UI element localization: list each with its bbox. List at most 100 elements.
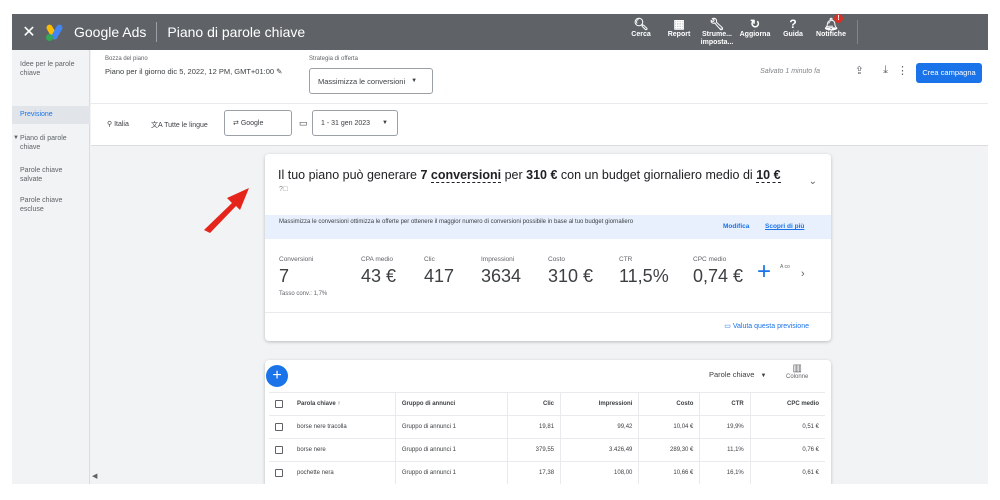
header-cost[interactable]: Costo <box>638 392 700 416</box>
table-row[interactable]: borse nere tracolla Gruppo di annunci 1 … <box>269 415 825 439</box>
metric-ctr[interactable]: CTR 11,5% <box>619 256 669 287</box>
modify-link[interactable]: Modifica <box>723 223 749 231</box>
metric-avg-cpc[interactable]: CPC medio 0,74 € <box>693 256 743 287</box>
table-row[interactable]: borse nere Gruppo di annunci 1 379,55 3.… <box>269 438 825 462</box>
header-clicks[interactable]: Clic <box>507 392 561 416</box>
cell-ad-group[interactable]: Gruppo di annunci 1 <box>394 438 508 462</box>
create-campaign-button[interactable]: Crea campagna <box>916 63 982 83</box>
add-keyword-button[interactable]: + <box>266 365 288 387</box>
columns-icon: ▥ <box>792 363 802 374</box>
strategy-dropdown[interactable]: Massimizza le conversioni ▼ <box>309 68 433 94</box>
metric-clicks[interactable]: Clic 417 <box>424 256 454 287</box>
header-keyword[interactable]: Parola chiave ↑ <box>291 392 396 416</box>
cell-impressions: 3.426,49 <box>560 438 639 462</box>
cell-avg-cpc: 0,76 € <box>749 438 825 462</box>
share-icon[interactable]: ⇪ <box>855 64 864 77</box>
header-avg-cpc[interactable]: CPC medio <box>749 392 825 416</box>
sidebar-item-keyword-ideas[interactable]: Idee per le parole chiave <box>12 60 90 78</box>
columns-button[interactable]: ▥ Colonne <box>786 363 808 381</box>
date-range-picker[interactable]: 1 - 31 gen 2023 ▼ <box>312 110 398 136</box>
language-filter[interactable]: 文A Tutte le lingue <box>151 120 208 130</box>
header-ctr[interactable]: CTR <box>699 392 751 416</box>
header-keyword-label: Parola chiave <box>297 401 336 407</box>
rate-forecast-link[interactable]: ▭ Valuta questa previsione <box>724 322 809 330</box>
row-select-cell <box>269 461 291 484</box>
caret-down-icon: ▼ <box>13 135 19 141</box>
date-dropdown-arrow-icon: ▼ <box>382 120 388 126</box>
metric-impressions[interactable]: Impressioni 3634 <box>481 256 521 287</box>
cell-ad-group[interactable]: Gruppo di annunci 1 <box>394 415 508 439</box>
cell-cost: 10,04 € <box>638 415 700 439</box>
network-filter[interactable]: ⇄ Google <box>224 110 292 136</box>
chevron-right-icon[interactable]: › <box>801 268 805 280</box>
row-checkbox[interactable] <box>275 423 283 431</box>
draft-name-text: Piano per il giorno dic 5, 2022, 12 PM, … <box>105 67 275 76</box>
sidebar-item-saved-keywords[interactable]: Parole chiave salvate <box>12 166 90 184</box>
headline-middle: con un budget giornaliero medio di <box>560 168 753 182</box>
add-metric-icon[interactable]: + <box>757 260 771 284</box>
sidebar-item-negative-keywords[interactable]: Parole chiave escluse <box>12 196 90 214</box>
group-by-value: Parole chiave <box>709 370 755 379</box>
tools-settings-button[interactable]: 🔧︎ Strume... imposta... <box>698 14 736 50</box>
close-icon[interactable]: ✕ <box>16 22 42 42</box>
metric-cost[interactable]: Costo 310 € <box>548 256 593 287</box>
help-circle-icon[interactable]: ?⃝ <box>279 186 288 193</box>
metric-label: Impressioni <box>481 256 515 263</box>
cell-ctr: 19,9% <box>699 415 751 439</box>
sort-up-icon: ↑ <box>337 401 341 407</box>
translate-icon: 文A <box>151 122 165 129</box>
row-select-cell <box>269 438 291 462</box>
metric-avg-cpa[interactable]: CPA medio 43 € <box>361 256 396 287</box>
cell-keyword[interactable]: borse nere <box>291 438 396 462</box>
header-ad-group[interactable]: Gruppo di annunci <box>394 392 508 416</box>
cell-impressions: 108,00 <box>560 461 639 484</box>
pencil-icon[interactable]: ✎ <box>276 67 282 76</box>
cell-keyword[interactable]: borse nere tracolla <box>291 415 396 439</box>
table-row[interactable]: pochette nera Gruppo di annunci 1 17,38 … <box>269 461 825 484</box>
notifications-button[interactable]: 🔔︎ ! Notifiche <box>812 14 850 50</box>
headline-budget[interactable]: 10 € <box>756 168 781 183</box>
metric-label: Costo <box>548 256 565 263</box>
cell-keyword[interactable]: pochette nera <box>291 461 396 484</box>
metric-label: CTR <box>619 256 633 263</box>
row-checkbox[interactable] <box>275 446 283 454</box>
draft-name[interactable]: Piano per il giorno dic 5, 2022, 12 PM, … <box>105 67 282 76</box>
red-arrow-annotation <box>204 188 249 233</box>
metric-value: 3634 <box>481 266 522 286</box>
search-tool-button[interactable]: 🔍︎ Cerca <box>622 14 660 50</box>
metric-value: 7 <box>279 266 290 286</box>
row-checkbox[interactable] <box>275 469 283 478</box>
refresh-icon: ↻ <box>749 17 761 31</box>
sidebar-item-keyword-plan-label: Piano di parole chiave <box>20 135 67 151</box>
select-all-checkbox[interactable] <box>275 400 283 408</box>
metric-conversions[interactable]: Conversioni 7 <box>279 256 313 287</box>
group-by-dropdown[interactable]: Parole chiave ▼ <box>709 370 767 379</box>
report-tool-button[interactable]: ▦ Report <box>660 14 698 50</box>
learn-more-link[interactable]: Scopri di più <box>765 223 804 231</box>
calendar-icon[interactable]: ▭ <box>299 118 308 129</box>
cell-ad-group[interactable]: Gruppo di annunci 1 <box>394 461 508 484</box>
location-filter[interactable]: ⚲ Italia <box>107 120 129 128</box>
cell-ctr: 16,1% <box>699 461 751 484</box>
header-impressions[interactable]: Impressioni <box>560 392 639 416</box>
forecast-summary-card: Il tuo piano può generare 7 conversioni … <box>265 154 831 341</box>
download-icon[interactable]: ⤓ <box>883 64 888 77</box>
help-button[interactable]: ? Guida <box>774 14 812 50</box>
strategy-value: Massimizza le conversioni <box>318 76 406 86</box>
chevron-down-icon[interactable]: ⌄ <box>809 176 817 187</box>
headline-metric-selector[interactable]: conversioni <box>430 168 502 183</box>
headline-conversions-count: 7 <box>420 168 428 182</box>
search-tool-label: Cerca <box>631 31 651 38</box>
report-icon: ▦ <box>673 17 685 31</box>
refresh-button[interactable]: ↻ Aggiorna <box>736 14 774 50</box>
metric-value: 0,74 € <box>693 266 744 286</box>
help-label: Guida <box>783 31 803 38</box>
more-options-icon[interactable]: ⋮ <box>897 64 908 77</box>
metric-value: 310 € <box>548 266 594 286</box>
forecast-headline: Il tuo piano può generare 7 conversioni … <box>278 168 781 183</box>
report-tool-label: Report <box>667 31 691 38</box>
draft-label: Bozza del piano <box>105 56 148 62</box>
sidebar-item-forecast[interactable]: Previsione <box>12 106 90 124</box>
collapse-sidebar-icon[interactable]: ◀ <box>92 472 97 480</box>
sidebar-item-keyword-plan[interactable]: ▼ Piano di parole chiave <box>12 134 90 152</box>
